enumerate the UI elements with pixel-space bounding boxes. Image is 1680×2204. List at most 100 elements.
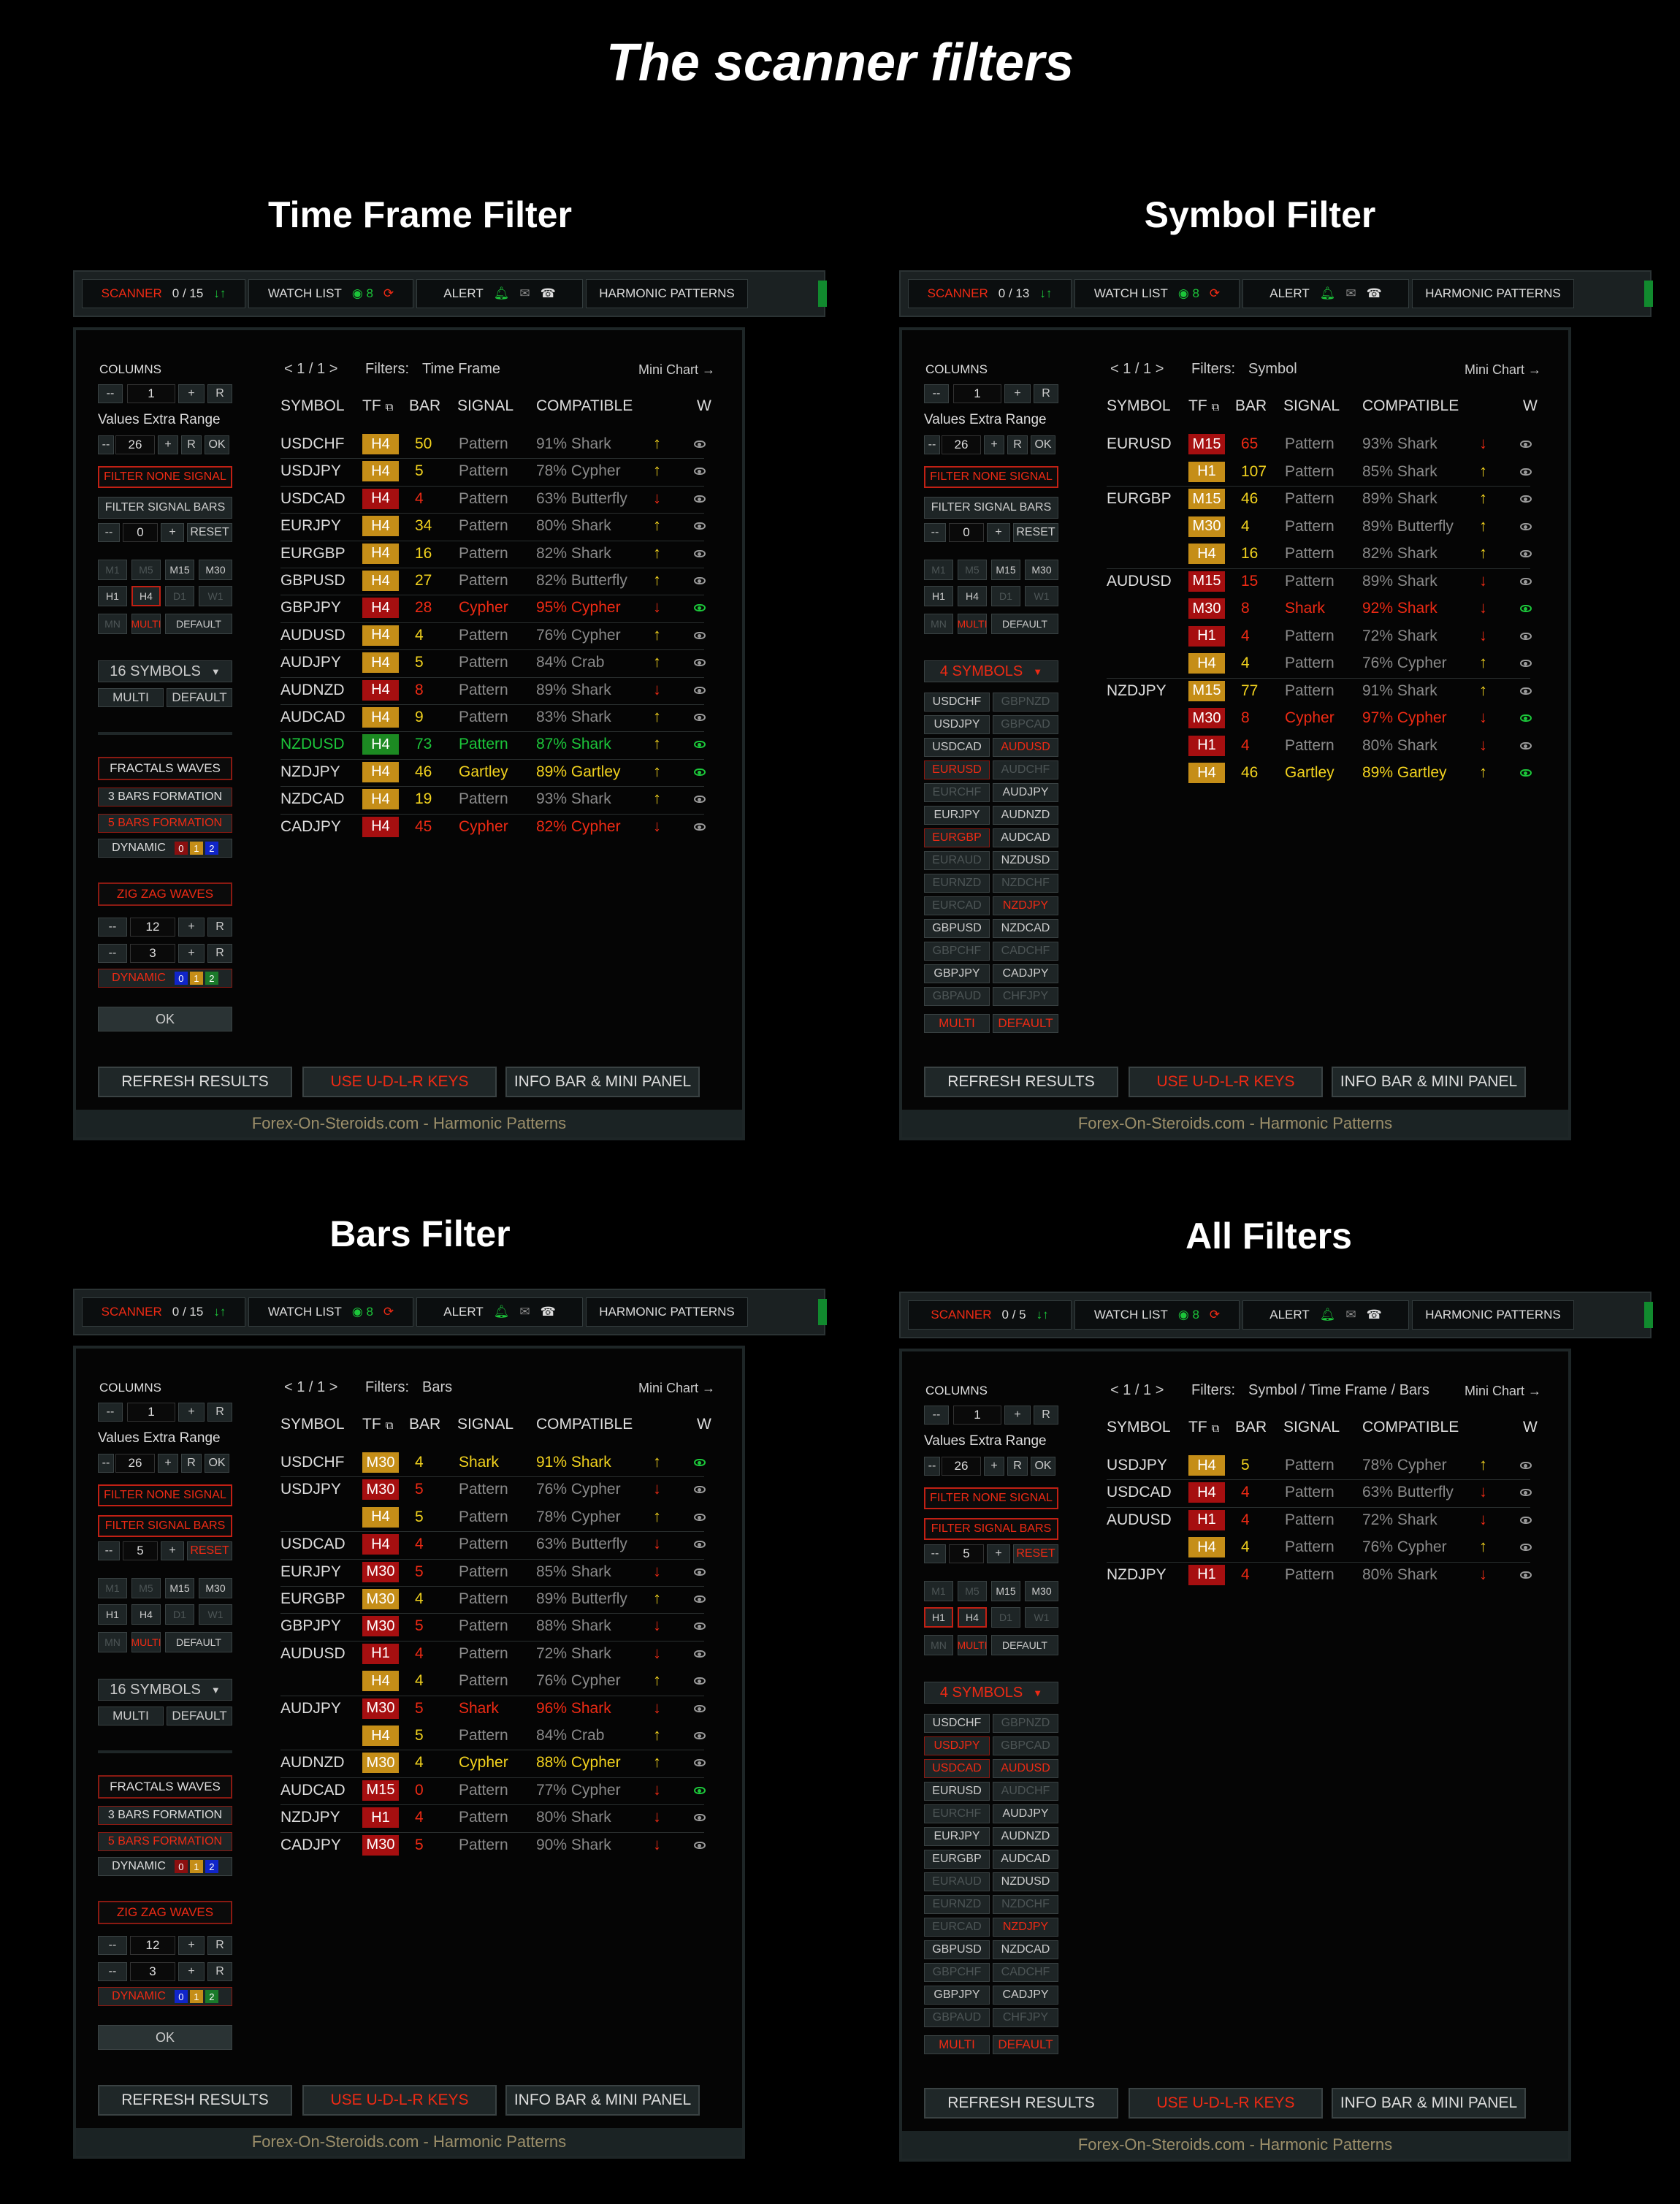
watch-eye-icon[interactable] <box>694 659 706 667</box>
symbols-dropdown[interactable]: 16 SYMBOLS ▼ <box>98 1679 232 1701</box>
watch-eye-icon[interactable] <box>1520 1462 1532 1469</box>
watch-eye-icon[interactable] <box>1520 1571 1532 1579</box>
extra-minus-button[interactable]: -- <box>98 1454 114 1473</box>
symbol-toggle-eurjpy[interactable]: EURJPY <box>924 1827 990 1846</box>
tf-button-m15[interactable]: M15 <box>165 1578 194 1598</box>
extra-reset-button[interactable]: R <box>181 1454 202 1473</box>
bars-reset-button[interactable]: RESET <box>187 523 232 542</box>
tf-button-default[interactable]: DEFAULT <box>991 1635 1058 1655</box>
tf-button-h1[interactable]: H1 <box>98 586 127 606</box>
dynamic-chip-1[interactable]: 1 <box>189 842 203 855</box>
filter-signal-bars-button[interactable]: FILTER SIGNAL BARS <box>924 1518 1058 1540</box>
extra-reset-button[interactable]: R <box>181 435 202 454</box>
extra-plus-button[interactable]: + <box>158 1454 178 1473</box>
symbol-toggle-gbpusd[interactable]: GBPUSD <box>924 1940 990 1959</box>
zz1-minus-button[interactable]: -- <box>98 918 127 937</box>
scanner-tab[interactable]: SCANNER 0 / 15 ↓↑ <box>82 279 245 308</box>
watch-eye-icon[interactable] <box>694 1841 706 1849</box>
dynamic-chip-0[interactable]: 0 <box>174 842 188 855</box>
bars-minus-button[interactable]: -- <box>924 523 946 542</box>
page-navigation[interactable]: < 1 / 1 > <box>284 1379 337 1396</box>
tf-button-w1[interactable]: W1 <box>1025 586 1058 606</box>
extra-range-input[interactable]: 26 <box>115 435 155 454</box>
tf-button-m5[interactable]: M5 <box>131 1578 161 1598</box>
dynamic-zz-chip-0[interactable]: 0 <box>174 972 188 985</box>
zigzag-waves-button[interactable]: ZIG ZAG WAVES <box>98 1901 232 1924</box>
symbol-toggle-cadchf[interactable]: CADCHF <box>993 942 1058 961</box>
symbol-toggle-euraud[interactable]: EURAUD <box>924 851 990 870</box>
bars-plus-button[interactable]: + <box>987 523 1010 542</box>
columns-input[interactable]: 1 <box>127 1403 175 1422</box>
bars3-formation-button[interactable]: 3 BARS FORMATION <box>98 1806 232 1825</box>
watch-eye-icon[interactable] <box>1520 769 1532 777</box>
columns-input[interactable]: 1 <box>953 384 1001 403</box>
bars-reset-button[interactable]: RESET <box>1013 1544 1058 1563</box>
watchlist-tab[interactable]: WATCH LIST ◉ 8 ⟳ <box>1074 1300 1240 1330</box>
columns-reset-button[interactable]: R <box>1034 384 1058 403</box>
symbol-toggle-gbpnzd[interactable]: GBPNZD <box>993 1714 1058 1733</box>
tf-button-m15[interactable]: M15 <box>991 560 1020 580</box>
page-navigation[interactable]: < 1 / 1 > <box>1110 361 1164 378</box>
symbol-toggle-eurcad[interactable]: EURCAD <box>924 896 990 915</box>
symbol-toggle-nzdchf[interactable]: NZDCHF <box>993 874 1058 893</box>
symbol-toggle-gbpaud[interactable]: GBPAUD <box>924 2008 990 2027</box>
alert-tab[interactable]: ALERT 🔔︎ ✉ ☎ <box>1242 279 1409 308</box>
tf-button-m15[interactable]: M15 <box>991 1581 1020 1601</box>
mini-chart-link[interactable]: Mini Chart → <box>1465 1384 1541 1399</box>
columns-minus-button[interactable]: -- <box>924 384 949 403</box>
watch-eye-icon[interactable] <box>694 1595 706 1603</box>
scanner-tab[interactable]: SCANNER 0 / 5 ↓↑ <box>908 1300 1072 1330</box>
symbol-toggle-nzdjpy[interactable]: NZDJPY <box>993 1918 1058 1937</box>
symbol-toggle-nzdcad[interactable]: NZDCAD <box>993 1940 1058 1959</box>
zz2-reset-button[interactable]: R <box>207 944 232 963</box>
watchlist-tab[interactable]: WATCH LIST ◉ 8 ⟳ <box>1074 279 1240 308</box>
zz1-reset-button[interactable]: R <box>207 1936 232 1955</box>
refresh-results-button[interactable]: REFRESH RESULTS <box>98 2085 292 2116</box>
symbol-toggle-gbpnzd[interactable]: GBPNZD <box>993 693 1058 712</box>
symbol-toggle-eurnzd[interactable]: EURNZD <box>924 874 990 893</box>
tf-button-w1[interactable]: W1 <box>199 1604 232 1625</box>
dynamic-chip-2[interactable]: 2 <box>205 1860 218 1873</box>
info-bar-button[interactable]: INFO BAR & MINI PANEL <box>505 2085 700 2116</box>
symbol-toggle-usdcad[interactable]: USDCAD <box>924 738 990 757</box>
filter-signal-bars-button[interactable]: FILTER SIGNAL BARS <box>98 1515 232 1537</box>
filter-none-signal-button[interactable]: FILTER NONE SIGNAL <box>98 1484 232 1506</box>
watch-eye-icon[interactable] <box>1520 495 1532 503</box>
zz2-plus-button[interactable]: + <box>178 1962 205 1981</box>
symbol-toggle-usdchf[interactable]: USDCHF <box>924 1714 990 1733</box>
symbol-toggle-nzdjpy[interactable]: NZDJPY <box>993 896 1058 915</box>
extra-range-input[interactable]: 26 <box>115 1454 155 1473</box>
tf-button-m1[interactable]: M1 <box>924 1581 953 1601</box>
symbol-toggle-audjpy[interactable]: AUDJPY <box>993 783 1058 802</box>
watch-eye-icon[interactable] <box>1520 660 1532 667</box>
symbol-toggle-audjpy[interactable]: AUDJPY <box>993 1804 1058 1823</box>
tf-button-h4[interactable]: H4 <box>958 1607 987 1628</box>
symbol-toggle-eurnzd[interactable]: EURNZD <box>924 1895 990 1914</box>
symbol-toggle-audnzd[interactable]: AUDNZD <box>993 806 1058 825</box>
tf-button-h1[interactable]: H1 <box>98 1604 127 1625</box>
tf-button-d1[interactable]: D1 <box>165 1604 194 1625</box>
symbol-toggle-usdjpy[interactable]: USDJPY <box>924 715 990 734</box>
default-button[interactable]: DEFAULT <box>993 2035 1058 2054</box>
info-bar-button[interactable]: INFO BAR & MINI PANEL <box>505 1067 700 1097</box>
zz2-input[interactable]: 3 <box>130 944 175 963</box>
tf-button-m1[interactable]: M1 <box>98 560 127 580</box>
symbol-toggle-nzdusd[interactable]: NZDUSD <box>993 1872 1058 1891</box>
watch-eye-icon[interactable] <box>694 1459 706 1466</box>
symbol-toggle-chfjpy[interactable]: CHFJPY <box>993 2008 1058 2027</box>
watch-eye-icon[interactable] <box>1520 632 1532 640</box>
watch-eye-icon[interactable] <box>694 1704 706 1712</box>
extra-ok-button[interactable]: OK <box>205 1454 229 1473</box>
tf-button-d1[interactable]: D1 <box>991 1607 1020 1628</box>
tf-button-m5[interactable]: M5 <box>131 560 161 580</box>
watch-eye-icon[interactable] <box>694 1513 706 1521</box>
bars-reset-button[interactable]: RESET <box>1013 523 1058 542</box>
dynamic-chip-0[interactable]: 0 <box>174 1860 188 1873</box>
watch-eye-icon[interactable] <box>694 1759 706 1767</box>
dynamic-zz-chip-1[interactable]: 1 <box>189 972 203 985</box>
watch-eye-icon[interactable] <box>1520 714 1532 722</box>
watch-eye-icon[interactable] <box>1520 441 1532 448</box>
symbol-toggle-audcad[interactable]: AUDCAD <box>993 828 1058 847</box>
dynamic-zz-chip-2[interactable]: 2 <box>205 1990 218 2003</box>
watch-eye-icon[interactable] <box>694 549 706 557</box>
